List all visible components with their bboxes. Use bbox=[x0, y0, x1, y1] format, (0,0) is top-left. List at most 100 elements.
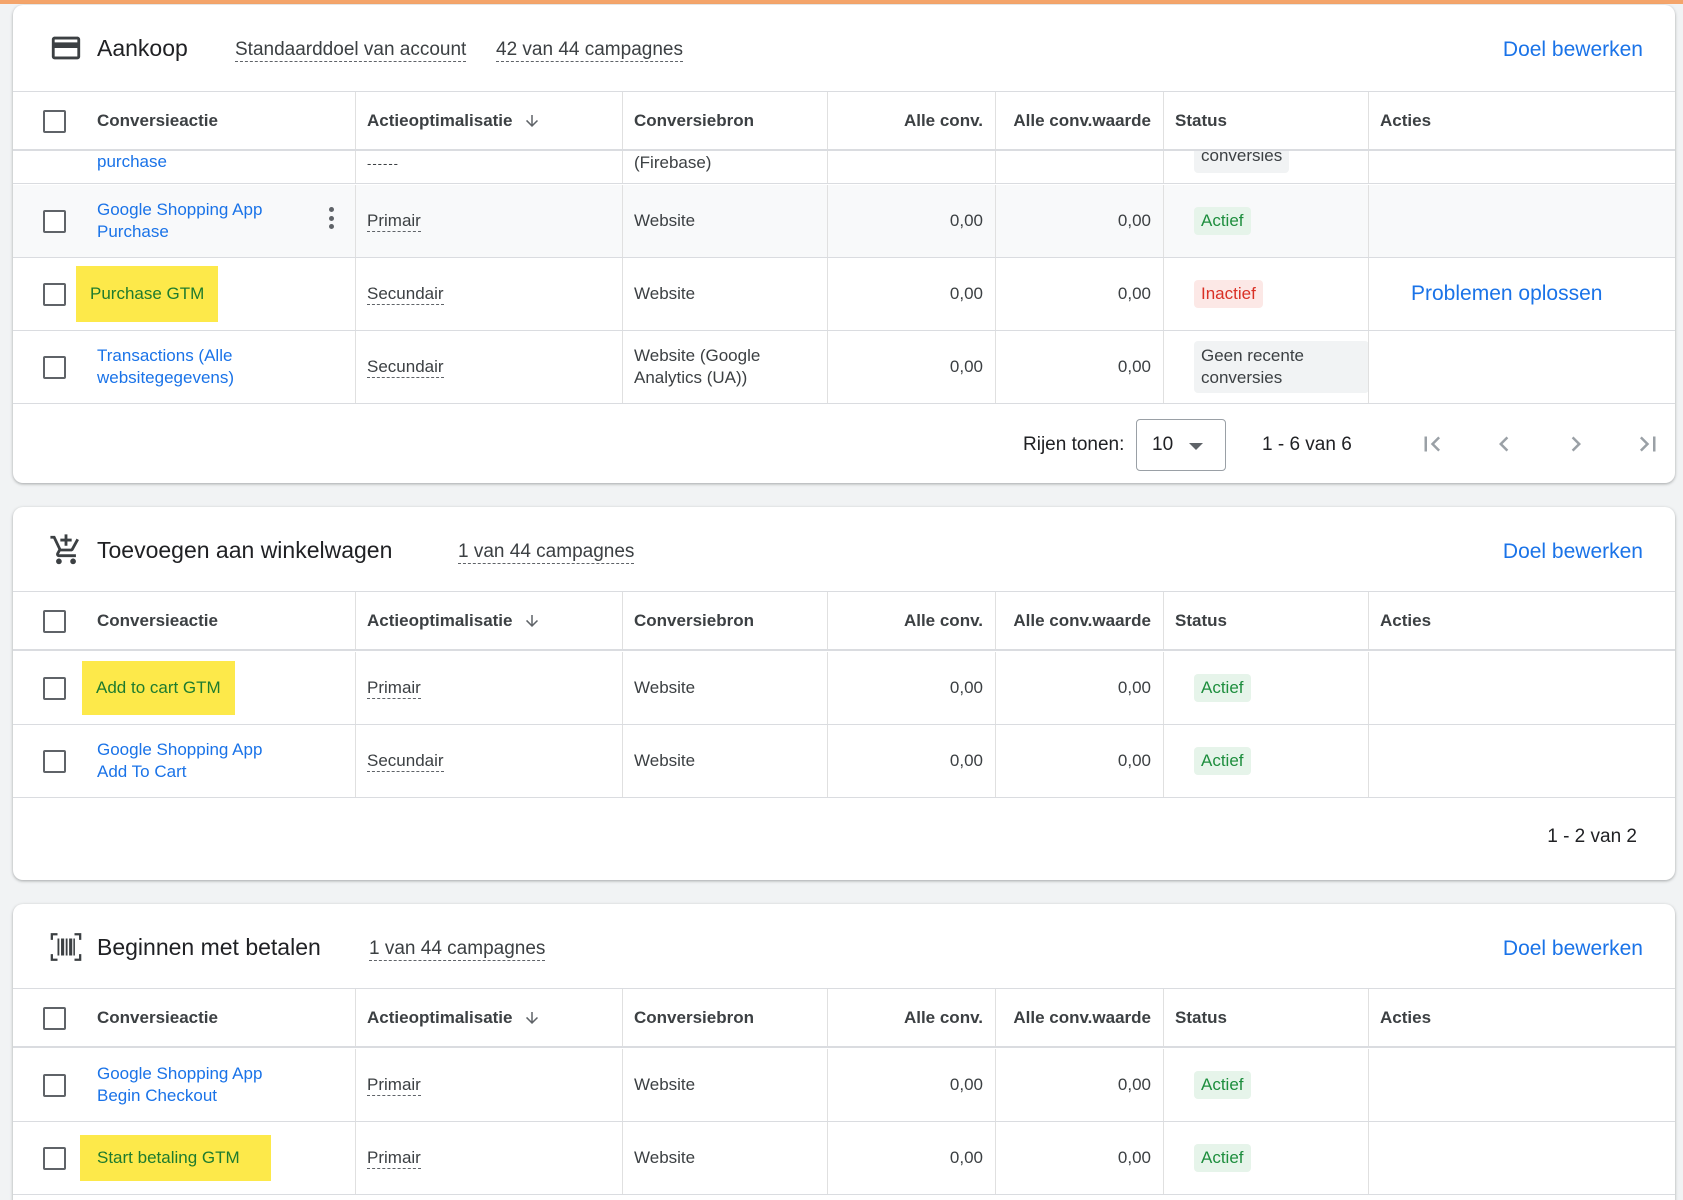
table-pager: 1 - 2 van 2 bbox=[13, 799, 1675, 875]
more-vert-icon[interactable] bbox=[329, 207, 335, 233]
goal-card-begin-checkout: Beginnen met betalen 1 van 44 campagnes … bbox=[13, 904, 1675, 1200]
conversion-action-link[interactable]: Google Shopping App Purchase bbox=[97, 199, 262, 243]
column-header-name[interactable]: Conversieactie bbox=[97, 989, 218, 1046]
row-checkbox[interactable] bbox=[43, 1074, 66, 1097]
source-value: Website bbox=[634, 284, 696, 303]
source-value: Website bbox=[634, 1075, 696, 1094]
goal-header: Toevoegen aan winkelwagen 1 van 44 campa… bbox=[13, 507, 1675, 591]
column-header-optimization[interactable]: Actieoptimalisatie bbox=[367, 592, 541, 649]
column-header-status[interactable]: Status bbox=[1175, 92, 1227, 149]
goal-header: Aankoop Standaarddoel van account 42 van… bbox=[13, 5, 1675, 89]
all-conv-value: 0,00 bbox=[949, 1075, 983, 1094]
column-header-actions: Acties bbox=[1380, 1007, 1432, 1027]
add-shopping-cart-icon bbox=[50, 534, 79, 565]
optimization-value[interactable]: Secundair bbox=[367, 751, 444, 772]
all-conv-value: 0,00 bbox=[949, 357, 983, 376]
source-value: Website (Google Analytics (UA)) bbox=[634, 346, 761, 387]
all-conv-value-amount: 0,00 bbox=[1117, 678, 1151, 697]
column-header-all-conv[interactable]: Alle conv. bbox=[827, 92, 983, 149]
conversion-action-link[interactable]: Transactions (Alle websitegegevens) bbox=[97, 345, 234, 389]
column-header-actions: Acties bbox=[1380, 610, 1432, 630]
rows-per-page-label: Rijen tonen: bbox=[1023, 434, 1125, 455]
source-value: (Firebase) bbox=[634, 153, 712, 172]
first-page-icon[interactable] bbox=[1417, 429, 1447, 459]
row-checkbox[interactable] bbox=[43, 1147, 66, 1170]
conversion-action-link[interactable]: Add to cart GTM bbox=[82, 661, 235, 715]
optimization-value[interactable]: Secundair bbox=[367, 284, 444, 305]
status-chip: Geen recente conversies bbox=[1194, 341, 1369, 393]
goal-title: Toevoegen aan winkelwagen bbox=[97, 537, 393, 563]
optimization-value[interactable]: Secundair bbox=[367, 357, 444, 378]
optimization-value[interactable]: Primair bbox=[367, 678, 421, 699]
conversion-action-link[interactable]: Google Shopping App Add To Cart bbox=[97, 739, 262, 783]
column-header-source[interactable]: Conversiebron bbox=[634, 989, 754, 1046]
table-row: Google Shopping App Begin Checkout Primai… bbox=[13, 1049, 1675, 1122]
last-page-icon[interactable] bbox=[1633, 429, 1663, 459]
goal-card-add-to-cart: Toevoegen aan winkelwagen 1 van 44 campa… bbox=[13, 507, 1675, 880]
edit-goal-link[interactable]: Doel bewerken bbox=[1503, 38, 1643, 62]
row-checkbox[interactable] bbox=[43, 677, 66, 700]
all-conv-value-amount: 0,00 bbox=[1117, 1148, 1151, 1167]
optimization-value[interactable]: Primair bbox=[367, 211, 421, 232]
pager-range: 1 - 6 van 6 bbox=[1262, 434, 1352, 455]
conversion-action-link[interactable]: Start betaling GTM bbox=[80, 1135, 271, 1181]
status-chip: Actief bbox=[1194, 207, 1251, 235]
all-conv-value: 0,00 bbox=[949, 211, 983, 230]
row-checkbox[interactable] bbox=[43, 210, 66, 233]
select-all-checkbox[interactable] bbox=[43, 1007, 66, 1030]
column-header-all-conv[interactable]: Alle conv. bbox=[827, 989, 983, 1046]
column-header-all-conv[interactable]: Alle conv. bbox=[827, 592, 983, 649]
row-checkbox[interactable] bbox=[43, 356, 66, 379]
optimization-value[interactable]: Primair bbox=[367, 1148, 421, 1169]
column-header-source[interactable]: Conversiebron bbox=[634, 92, 754, 149]
source-value: Website bbox=[634, 211, 696, 230]
chevron-left-icon[interactable] bbox=[1489, 429, 1519, 459]
column-header-name[interactable]: Conversieactie bbox=[97, 92, 218, 149]
column-header-all-conv-value[interactable]: Alle conv.waarde bbox=[995, 592, 1151, 649]
goal-campaign-count[interactable]: 1 van 44 campagnes bbox=[458, 541, 635, 564]
pager-range: 1 - 2 van 2 bbox=[1547, 826, 1637, 847]
status-chip: Inactief bbox=[1194, 280, 1263, 308]
row-checkbox[interactable] bbox=[43, 283, 66, 306]
all-conv-value: 0,00 bbox=[949, 751, 983, 770]
optimization-value: ------ bbox=[367, 156, 399, 171]
column-header-optimization[interactable]: Actieoptimalisatie bbox=[367, 989, 541, 1046]
source-value: Website bbox=[634, 751, 696, 770]
conversion-action-link[interactable]: purchase bbox=[97, 151, 167, 173]
column-header-status[interactable]: Status bbox=[1175, 592, 1227, 649]
optimization-value[interactable]: Primair bbox=[367, 1075, 421, 1096]
column-header-status[interactable]: Status bbox=[1175, 989, 1227, 1046]
column-header-name[interactable]: Conversieactie bbox=[97, 592, 218, 649]
chevron-right-icon[interactable] bbox=[1561, 429, 1591, 459]
status-chip: Actief bbox=[1194, 1144, 1251, 1172]
goal-default-label[interactable]: Standaarddoel van account bbox=[235, 39, 467, 62]
goal-title: Beginnen met betalen bbox=[97, 934, 321, 960]
goal-campaign-count[interactable]: 42 van 44 campagnes bbox=[496, 39, 683, 62]
goal-campaign-count[interactable]: 1 van 44 campagnes bbox=[369, 938, 546, 961]
rows-per-page-select[interactable]: 10 bbox=[1136, 419, 1226, 471]
edit-goal-link[interactable]: Doel bewerken bbox=[1503, 937, 1643, 961]
all-conv-value-amount: 0,00 bbox=[1117, 357, 1151, 376]
status-chip: Actief bbox=[1194, 674, 1251, 702]
barcode-scanner-icon bbox=[50, 933, 82, 961]
all-conv-value-amount: 0,00 bbox=[1117, 284, 1151, 303]
conversion-action-link[interactable]: Purchase GTM bbox=[76, 266, 219, 322]
all-conv-value-amount: 0,00 bbox=[1117, 1075, 1151, 1094]
edit-goal-link[interactable]: Doel bewerken bbox=[1503, 540, 1643, 564]
credit-card-icon bbox=[51, 36, 81, 60]
column-header-optimization[interactable]: Actieoptimalisatie bbox=[367, 92, 541, 149]
table-header: Conversieactie Actieoptimalisatie Conver… bbox=[13, 988, 1675, 1048]
select-all-checkbox[interactable] bbox=[43, 110, 66, 133]
all-conv-value-amount: 0,00 bbox=[1117, 211, 1151, 230]
select-all-checkbox[interactable] bbox=[43, 610, 66, 633]
column-header-actions: Acties bbox=[1380, 110, 1432, 130]
row-checkbox[interactable] bbox=[43, 750, 66, 773]
column-header-all-conv-value[interactable]: Alle conv.waarde bbox=[995, 989, 1151, 1046]
column-header-source[interactable]: Conversiebron bbox=[634, 592, 754, 649]
column-header-all-conv-value[interactable]: Alle conv.waarde bbox=[995, 92, 1151, 149]
column-header-optimization-label: Actieoptimalisatie bbox=[367, 610, 513, 630]
troubleshoot-link[interactable]: Problemen oplossen bbox=[1411, 282, 1602, 306]
arrow-downward-icon bbox=[525, 114, 538, 127]
all-conv-value: 0,00 bbox=[949, 284, 983, 303]
conversion-action-link[interactable]: Google Shopping App Begin Checkout bbox=[97, 1063, 262, 1107]
